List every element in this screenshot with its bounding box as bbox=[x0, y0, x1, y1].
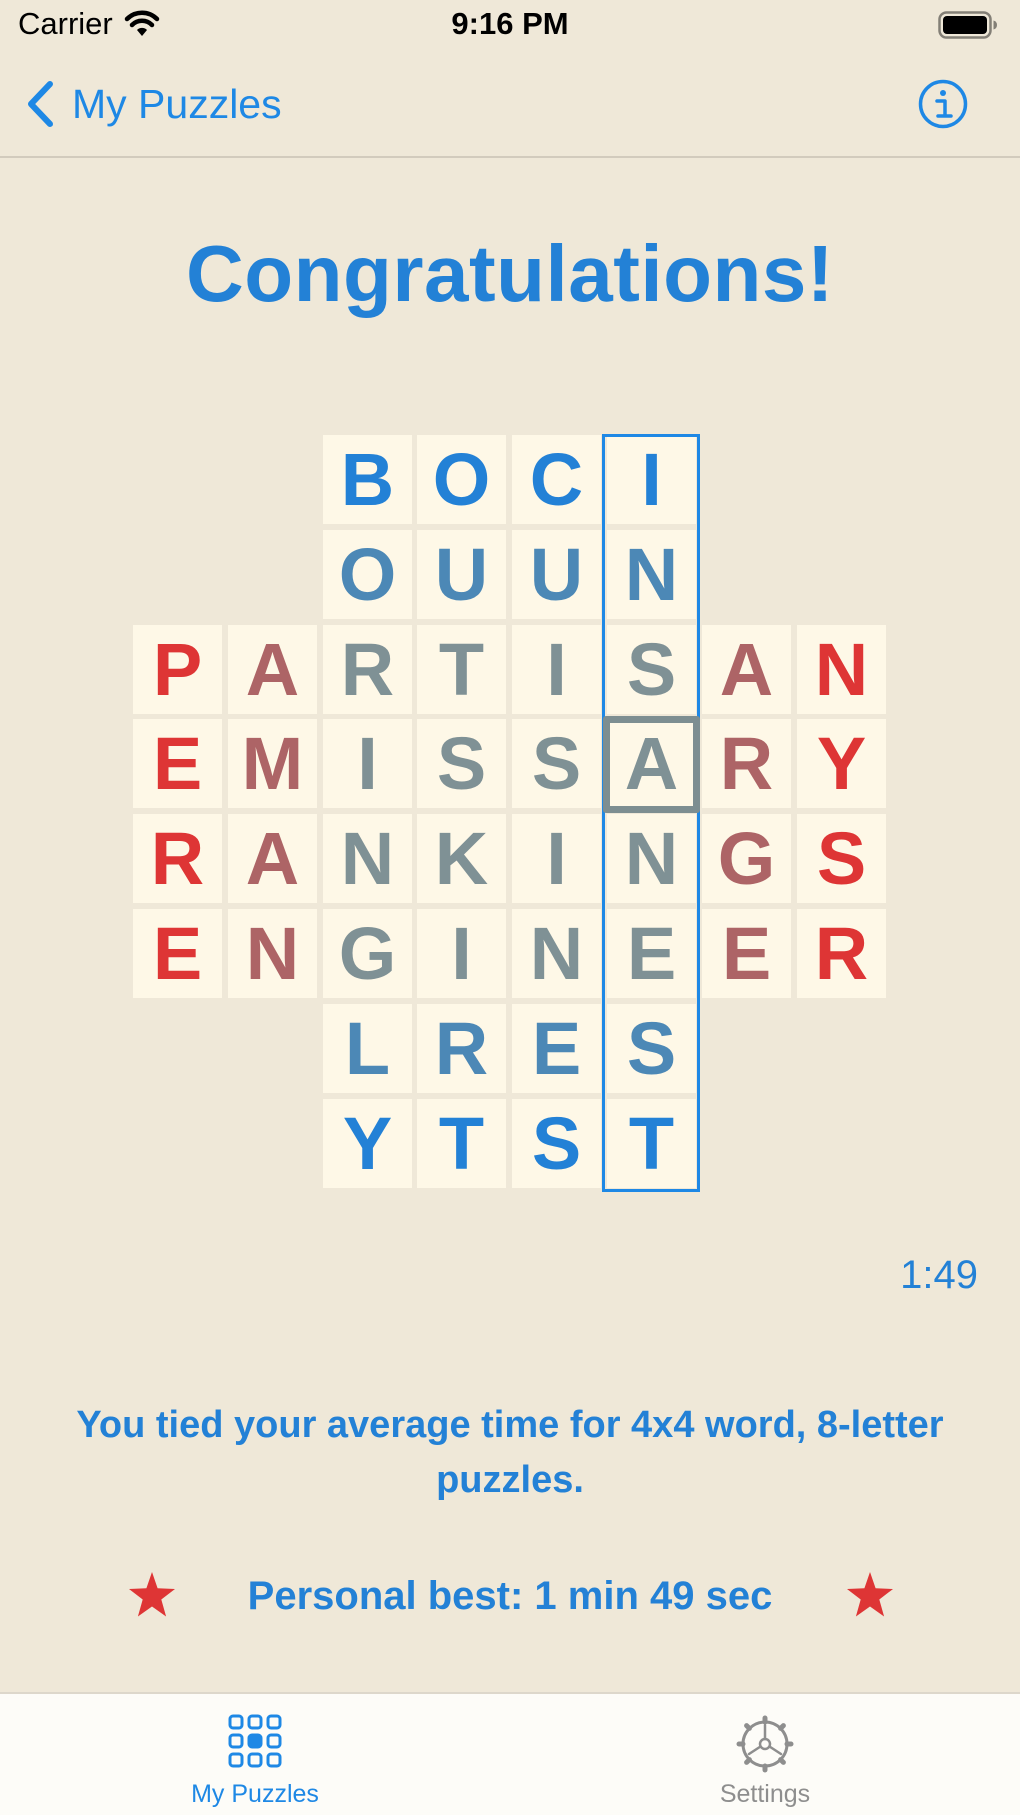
grid-icon bbox=[228, 1714, 282, 1768]
letter-cell[interactable]: O bbox=[417, 435, 506, 524]
letter-cell[interactable]: B bbox=[323, 435, 412, 524]
result-message: You tied your average time for 4x4 word,… bbox=[76, 1404, 944, 1501]
letter-cell[interactable]: C bbox=[512, 435, 601, 524]
letter-cell[interactable]: E bbox=[607, 909, 696, 998]
letter-cell[interactable]: K bbox=[417, 814, 506, 903]
page-title: Congratulations! bbox=[186, 229, 834, 318]
tab-label: Settings bbox=[719, 1780, 811, 1808]
letter-cell[interactable]: E bbox=[133, 909, 222, 998]
personal-best-row: Personal best: 1 min 49 sec bbox=[0, 1570, 1020, 1630]
letter-cell[interactable]: I bbox=[323, 719, 412, 808]
info-icon[interactable] bbox=[918, 79, 968, 129]
letter-cell[interactable]: R bbox=[417, 1004, 506, 1093]
back-button-label: My Puzzles bbox=[72, 80, 282, 127]
letter-cell[interactable]: E bbox=[133, 719, 222, 808]
letter-cell[interactable]: R bbox=[323, 625, 412, 714]
letter-cell[interactable]: O bbox=[323, 530, 412, 619]
letter-cell[interactable]: G bbox=[702, 814, 791, 903]
letter-cell[interactable]: L bbox=[323, 1004, 412, 1093]
letter-cell[interactable]: R bbox=[702, 719, 791, 808]
tab-label: My Puzzles bbox=[191, 1780, 319, 1808]
navigation-bar: My Puzzles bbox=[0, 52, 1020, 158]
star-icon bbox=[847, 1572, 893, 1617]
letter-cell[interactable]: T bbox=[607, 1099, 696, 1188]
letter-cell[interactable]: S bbox=[607, 625, 696, 714]
letter-cell[interactable]: I bbox=[607, 435, 696, 524]
letter-cell[interactable]: U bbox=[417, 530, 506, 619]
letter-cell[interactable]: M bbox=[228, 719, 317, 808]
letter-cell[interactable]: I bbox=[512, 625, 601, 714]
letter-cell[interactable]: I bbox=[417, 909, 506, 998]
letter-cell[interactable]: N bbox=[797, 625, 886, 714]
gear-icon bbox=[736, 1715, 794, 1773]
letter-cell[interactable]: N bbox=[512, 909, 601, 998]
letter-cell[interactable]: E bbox=[702, 909, 791, 998]
battery-icon bbox=[938, 11, 997, 39]
puzzle-grid: BOCIOUUNPARTISANEMISSARYRANKINGSENGINEER… bbox=[0, 0, 1020, 1200]
letter-cell[interactable]: S bbox=[512, 719, 601, 808]
letter-cell[interactable]: P bbox=[133, 625, 222, 714]
tab-my-puzzles[interactable]: My Puzzles bbox=[0, 1694, 510, 1815]
letter-cell[interactable]: S bbox=[797, 814, 886, 903]
chevron-left-icon bbox=[28, 81, 53, 127]
letter-cell[interactable]: A bbox=[702, 625, 791, 714]
letter-cell[interactable]: N bbox=[607, 530, 696, 619]
status-time: 9:16 PM bbox=[451, 6, 569, 41]
letter-cell[interactable]: A bbox=[228, 814, 317, 903]
letter-cell[interactable]: U bbox=[512, 530, 601, 619]
letter-cell[interactable]: N bbox=[607, 814, 696, 903]
letter-cell[interactable]: S bbox=[512, 1099, 601, 1188]
letter-cell[interactable]: I bbox=[512, 814, 601, 903]
letter-cell[interactable]: A bbox=[607, 719, 696, 808]
letter-cell[interactable]: Y bbox=[323, 1099, 412, 1188]
tab-bar: My Puzzles Settings bbox=[0, 1692, 1020, 1815]
letter-cell[interactable]: N bbox=[323, 814, 412, 903]
back-button[interactable]: My Puzzles bbox=[26, 72, 282, 136]
letter-cell[interactable]: G bbox=[323, 909, 412, 998]
status-bar: Carrier 9:16 PM bbox=[0, 0, 1020, 52]
letter-cell[interactable]: R bbox=[797, 909, 886, 998]
elapsed-time: 1:49 bbox=[900, 1253, 978, 1297]
letter-cell[interactable]: N bbox=[228, 909, 317, 998]
letter-cell[interactable]: R bbox=[133, 814, 222, 903]
letter-cell[interactable]: S bbox=[417, 719, 506, 808]
letter-cell[interactable]: E bbox=[512, 1004, 601, 1093]
letter-cell[interactable]: T bbox=[417, 625, 506, 714]
letter-cell[interactable]: T bbox=[417, 1099, 506, 1188]
letter-cell[interactable]: A bbox=[228, 625, 317, 714]
letter-cell[interactable]: S bbox=[607, 1004, 696, 1093]
tab-settings[interactable]: Settings bbox=[510, 1694, 1020, 1815]
letter-cell[interactable]: Y bbox=[797, 719, 886, 808]
